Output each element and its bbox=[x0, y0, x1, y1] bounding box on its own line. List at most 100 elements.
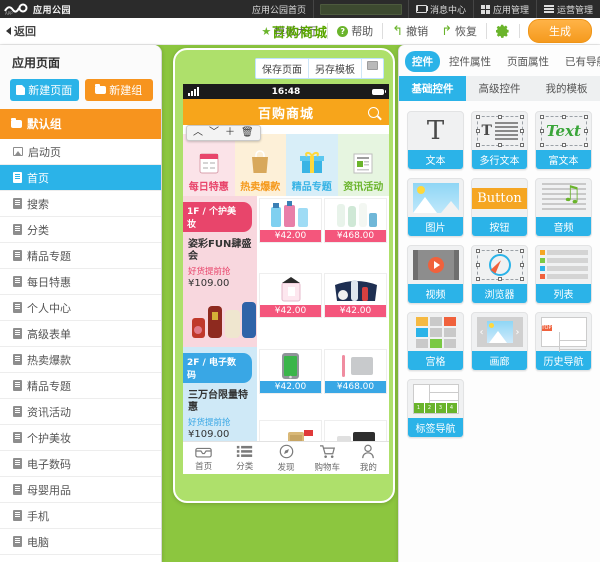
widget-rich-text[interactable]: Text 富文本 bbox=[535, 111, 592, 170]
widget-audio[interactable]: ♫ 音频 bbox=[535, 178, 592, 237]
page-list-item[interactable]: 个人中心 bbox=[0, 295, 161, 321]
page-list-item[interactable]: 摄影摄像 bbox=[0, 555, 161, 562]
panel-subtab[interactable]: 高级控件 bbox=[466, 76, 533, 101]
product-card[interactable]: ¥468.00 bbox=[324, 198, 387, 243]
quad-cell-news[interactable]: 资讯活动 bbox=[337, 134, 389, 196]
redo-button[interactable]: ↱ 恢复 bbox=[432, 23, 487, 39]
quad-cell-premium[interactable]: 精品专题 bbox=[286, 134, 338, 196]
page-icon bbox=[16, 85, 26, 95]
tab-nav-number: 1 bbox=[414, 403, 425, 413]
product-card[interactable]: ¥42.00 bbox=[259, 198, 322, 243]
page-list-item[interactable]: 精品专题 bbox=[0, 373, 161, 399]
widget-video[interactable]: 视频 bbox=[407, 245, 464, 304]
widget-label: 多行文本 bbox=[472, 150, 527, 169]
back-button-label: 返回 bbox=[14, 25, 36, 38]
save-page-button[interactable]: 保存页面 bbox=[256, 59, 309, 78]
topbar-item-ops-manage[interactable]: 运营管理 bbox=[535, 0, 600, 18]
page-list-item[interactable]: 电子数码 bbox=[0, 451, 161, 477]
product-card[interactable]: ¥42.00 bbox=[324, 272, 387, 318]
page-list-item[interactable]: 启动页 bbox=[0, 139, 161, 165]
panel-tab[interactable]: 页面属性 bbox=[500, 51, 556, 72]
page-list-item[interactable]: 精品专题 bbox=[0, 243, 161, 269]
widget-grid: T 文本 T 多行文本 Text 富文本 图片 Button 按钮 ♫ 音频 视… bbox=[399, 101, 600, 448]
panel-tab[interactable]: 控件属性 bbox=[442, 51, 498, 72]
panel-subtab[interactable]: 基础控件 bbox=[399, 76, 466, 101]
gear-icon bbox=[496, 24, 509, 38]
move-up-icon[interactable]: ︿ bbox=[191, 128, 205, 138]
floor-1-headline: 姿彩FUN肆盛会 bbox=[188, 239, 252, 262]
product-card[interactable]: ¥468.00 bbox=[324, 349, 387, 394]
search-input[interactable] bbox=[319, 3, 402, 15]
panel-subtab[interactable]: 我的模板 bbox=[533, 76, 600, 101]
page-list-item[interactable]: 手机 bbox=[0, 503, 161, 529]
add-icon[interactable]: ＋ bbox=[223, 128, 237, 138]
floor-1-price: ¥109.00 bbox=[188, 278, 230, 289]
bag-icon bbox=[252, 150, 269, 173]
page-list-item[interactable]: 搜索 bbox=[0, 191, 161, 217]
brand-logo[interactable]: APP 应用公园 bbox=[0, 3, 71, 16]
widget-button[interactable]: Button 按钮 bbox=[471, 178, 528, 237]
page-list-item[interactable]: 分类 bbox=[0, 217, 161, 243]
widget-tab-nav[interactable]: 1234 标签导航 bbox=[407, 379, 464, 438]
new-page-button[interactable]: 新建页面 bbox=[10, 79, 79, 101]
quad-cell-daily[interactable]: 每日特惠 bbox=[183, 134, 235, 196]
undo-icon: ↰ bbox=[392, 23, 404, 39]
tab-nav-number: 2 bbox=[425, 403, 436, 413]
search-icon[interactable] bbox=[368, 106, 379, 118]
preview-button[interactable] bbox=[362, 59, 383, 78]
panel-tab[interactable]: 控件 bbox=[405, 51, 440, 72]
widget-multiline-text[interactable]: T 多行文本 bbox=[471, 111, 528, 170]
tabbar-item-discover[interactable]: 发现 bbox=[265, 444, 306, 473]
page-list-item[interactable]: 首页 bbox=[0, 165, 161, 191]
phone-status-bar: 16:48 bbox=[183, 84, 389, 99]
widget-browser[interactable]: 浏览器 bbox=[471, 245, 528, 304]
widget-list[interactable]: 列表 bbox=[535, 245, 592, 304]
doc-icon bbox=[13, 276, 22, 287]
widget-history-nav[interactable]: TOP 历史导航 bbox=[535, 312, 592, 371]
panel-tab[interactable]: 已有导航 bbox=[558, 51, 600, 72]
tabbar-item-cart[interactable]: 购物车 bbox=[307, 444, 348, 473]
topbar-item-messages[interactable]: 消息中心 bbox=[407, 0, 473, 18]
page-list-item[interactable]: 个护美妆 bbox=[0, 425, 161, 451]
product-card[interactable]: ¥42.00 bbox=[259, 349, 322, 394]
topbar-item-home[interactable]: 应用公园首页 bbox=[245, 0, 313, 18]
settings-button[interactable] bbox=[487, 24, 520, 38]
product-card[interactable]: ¥42.00 bbox=[259, 272, 322, 318]
new-group-button[interactable]: 新建组 bbox=[84, 79, 153, 101]
undo-button[interactable]: ↰ 撤销 bbox=[383, 23, 432, 39]
tabbar-item-mine[interactable]: 我的 bbox=[348, 444, 389, 473]
tabbar-item-category[interactable]: 分类 bbox=[224, 444, 265, 472]
page-list-item[interactable]: 电脑 bbox=[0, 529, 161, 555]
widget-grid-layout[interactable]: 宫格 bbox=[407, 312, 464, 371]
widget-gallery[interactable]: ‹ › 画廊 bbox=[471, 312, 528, 371]
delete-icon[interactable]: 🗑 bbox=[239, 128, 256, 138]
product-price: ¥42.00 bbox=[260, 304, 321, 317]
save-template-button[interactable]: 另存模板 bbox=[309, 59, 362, 78]
widget-text[interactable]: T 文本 bbox=[407, 111, 464, 170]
product-image bbox=[260, 199, 321, 230]
move-down-icon[interactable]: ﹀ bbox=[207, 128, 221, 138]
video-icon bbox=[408, 246, 463, 284]
tabbar-item-home[interactable]: 首页 bbox=[183, 444, 224, 472]
help-button[interactable]: ? 帮助 bbox=[328, 23, 384, 39]
page-list-item[interactable]: 资讯活动 bbox=[0, 399, 161, 425]
page-list-item[interactable]: 热卖爆款 bbox=[0, 347, 161, 373]
back-button[interactable]: 返回 bbox=[0, 23, 36, 39]
floor-2-tag: 2F / 电子数码 bbox=[183, 353, 252, 383]
topbar-item-messages-label: 消息中心 bbox=[429, 5, 466, 16]
widget-image[interactable]: 图片 bbox=[407, 178, 464, 237]
page-list-item[interactable]: 高级表单 bbox=[0, 321, 161, 347]
redo-icon: ↱ bbox=[441, 23, 452, 39]
topbar-search[interactable] bbox=[312, 0, 408, 18]
help-label: 帮助 bbox=[351, 25, 374, 38]
page-list-item[interactable]: 每日特惠 bbox=[0, 269, 161, 295]
generate-button[interactable]: 生成 bbox=[528, 19, 592, 43]
topbar-item-app-manage[interactable]: 应用管理 bbox=[472, 0, 536, 18]
page-group-label: 默认组 bbox=[27, 117, 62, 131]
page-list-item-label: 手机 bbox=[27, 509, 49, 523]
page-group-default[interactable]: 默认组 bbox=[0, 109, 161, 139]
page-list-item-label: 高级表单 bbox=[27, 327, 71, 341]
quad-cell-hot[interactable]: 热卖爆款 bbox=[234, 134, 286, 196]
page-list-item[interactable]: 母婴用品 bbox=[0, 477, 161, 503]
tabbar-label-mine: 我的 bbox=[359, 462, 377, 473]
